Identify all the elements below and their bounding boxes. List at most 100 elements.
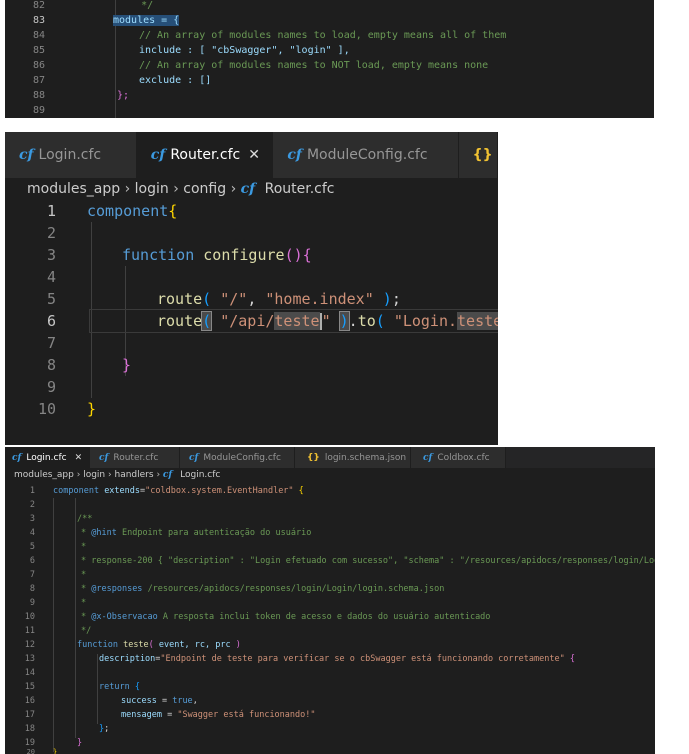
code-line: 1 component extends="coldbox.system.Even… [5,484,655,498]
tab-login-schema-json[interactable]: {} login.schema.json [295,447,411,468]
tab-label: Login.cfc [38,147,102,163]
code-line: 3 /** [5,512,655,526]
code-line: 16 success = true, [5,694,655,708]
attribute: extends [104,486,141,496]
line-number: 13 [24,654,35,664]
function-call: route [157,290,203,308]
parameters: event, rc, prc [158,640,231,650]
line-number: 11 [24,626,35,636]
code-line: 6 * response-200 { "description" : "Logi… [5,554,655,568]
breadcrumb-item[interactable]: login [83,470,105,480]
cf-file-icon: cf [19,147,34,163]
chevron-right-icon: › [124,181,135,197]
line-number: 10 [37,400,56,418]
line-number: 19 [24,738,35,748]
code-line: 4 * @hint Endpoint para autenticação do … [5,526,655,540]
code-line: 8 * @responses /resources/apidocs/respon… [5,582,655,596]
tab-login-cfc[interactable]: cf Login.cfc ✕ [5,447,90,468]
function-name: teste [123,640,149,650]
close-icon[interactable]: ✕ [248,147,260,163]
chevron-right-icon: › [173,181,184,197]
chevron-right-icon: › [230,181,241,197]
tab-label: login.schema.json [324,452,407,463]
code-line: 20 } [5,748,655,754]
line-number: 15 [24,682,35,692]
line-number: 89 [32,105,45,116]
code-line: 86 // An array of modules names to NOT l… [5,59,654,74]
code-comment: */ [81,626,92,636]
code-comment: * [81,542,87,552]
cf-file-icon: cf [189,452,199,463]
doc-tag: @x-Observacao [91,612,158,622]
code-area[interactable]: 1 component extends="coldbox.system.Even… [5,484,655,754]
code-line: 9 * [5,596,655,610]
code-line: 88 }; [5,89,654,104]
code-line: 10 } [5,398,498,420]
line-number: 12 [24,640,35,650]
code-comment: // An array of modules names to NOT load… [139,60,489,71]
doc-tag: @hint [91,528,117,538]
breadcrumb-item[interactable]: Router.cfc [265,181,335,197]
code-line: 8 } [5,354,498,376]
code-line: 85 include : [ "cbSwagger", "login" ], [5,44,654,59]
code-line: 2 [5,222,498,244]
code-text-selected[interactable]: modules = { [113,15,180,26]
tab-label: ModuleConfig.cfc [203,452,281,463]
breadcrumb: modules_app › login › handlers › cf Logi… [5,469,655,483]
line-number: 8 [29,584,35,594]
function-name: configure [203,246,285,264]
breadcrumb-item[interactable]: modules_app [27,181,120,197]
code-line: 83 modules = { [5,14,654,29]
line-number: 83 [32,15,45,26]
tab-login-cfc[interactable]: cf Login.cfc [5,132,137,178]
string-literal: "coldbox.system.EventHandler" [145,486,294,496]
code-line: 87 exclude : [] [5,74,654,89]
close-icon[interactable]: ✕ [75,453,83,463]
tab-label: ModuleConfig.cfc [306,147,428,163]
code-snippet-panel-modules: 82 */ 83 modules = { 84 // An array of m… [5,0,654,118]
code-line: 6 route( "/api/teste " ).to( "Login.teste… [5,310,498,332]
line-number: 4 [29,528,35,538]
editor-tab-bar: cf Login.cfc cf Router.cfc ✕ cf ModuleCo… [5,132,498,178]
tab-coldbox-cfc[interactable]: cf Coldbox.cfc [411,447,506,468]
cf-file-icon: cf [162,470,173,480]
cf-file-icon: cf [423,452,433,463]
keyword: component [87,202,169,220]
breadcrumb-item[interactable]: Login.cfc [180,470,220,480]
breadcrumb-item[interactable]: modules_app [14,470,74,480]
breadcrumb-item[interactable]: login [135,181,169,197]
code-line: 84 // An array of modules names to load,… [5,29,654,44]
tab-moduleconfig-cfc[interactable]: cf ModuleConfig.cfc [180,447,295,468]
code-comment: Endpoint para autenticação do usuário [121,528,312,538]
code-comment: * [81,570,87,580]
line-number: 1 [46,202,56,220]
line-number: 1 [29,486,35,496]
cf-file-icon: cf [240,181,256,197]
line-number: 82 [32,0,45,11]
cf-file-icon: cf [150,147,166,163]
string-literal: "/api/ [220,312,275,330]
editor-tab-bar: cf Login.cfc ✕ cf Router.cfc cf ModuleCo… [5,447,655,468]
code-comment: A resposta inclui token de acesso e dado… [162,612,491,622]
code-line: 13 description="Endpoint de teste para v… [5,652,655,666]
code-area[interactable]: 1 component{ 2 3 function configure(){ 4… [5,200,498,445]
tab-router-cfc[interactable]: cf Router.cfc [90,447,180,468]
code-text: }; [117,90,130,101]
tab-moduleconfig-cfc[interactable]: cf ModuleConfig.cfc [273,132,459,178]
code-comment: /resources/apidocs/responses/login/Login… [147,584,445,594]
breadcrumb-item[interactable]: config [183,181,226,197]
tab-label: Login.cfc [26,452,67,463]
tab-json-file[interactable]: {} [458,132,498,178]
line-number: 3 [29,514,35,524]
tab-label: Router.cfc [113,452,159,463]
tab-router-cfc[interactable]: cf Router.cfc ✕ [136,132,274,178]
line-number: 5 [29,542,35,552]
code-line: 5 * [5,540,655,554]
code-text: */ [117,0,154,11]
line-number: 9 [46,378,56,396]
object-key: success [121,696,157,706]
json-file-icon: {} [472,147,493,163]
attribute: description [99,654,156,664]
code-comment: /** [77,514,93,524]
breadcrumb-item[interactable]: handlers [114,470,153,480]
